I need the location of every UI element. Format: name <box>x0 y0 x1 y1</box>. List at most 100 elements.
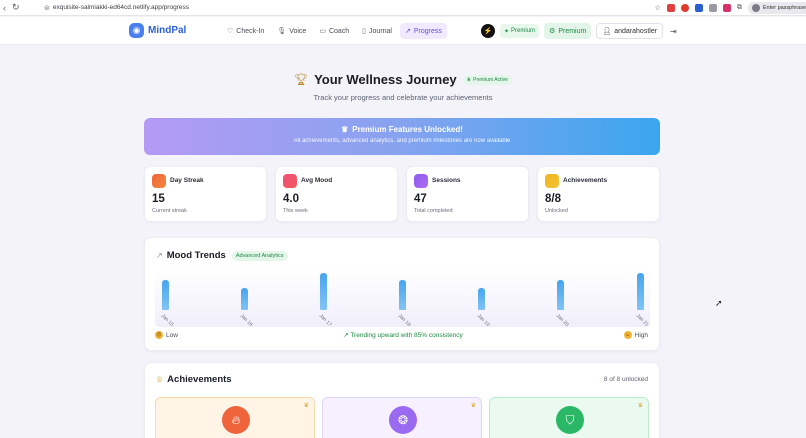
happy-face-icon: ☺ <box>623 331 632 339</box>
star-icon[interactable]: ☆ <box>655 4 661 12</box>
trend-text-label: Trending upward with 85% consistency <box>350 332 463 339</box>
date-tick-label: Jan 19 <box>475 313 491 328</box>
mood-bar[interactable] <box>240 287 248 310</box>
stat-sub: Unlocked <box>545 208 568 214</box>
reload-icon[interactable]: ↻ <box>12 2 20 13</box>
video-icon: ▭ <box>319 28 326 35</box>
mood-bar[interactable] <box>399 280 406 310</box>
mood-bar[interactable] <box>557 280 565 310</box>
stat-value: 4.0 <box>283 193 299 205</box>
premium-active-badge: ♛ Premium Active <box>462 74 512 85</box>
flame-icon: 🔥︎ <box>222 406 250 434</box>
brain-logo-icon: ◉ <box>129 23 144 38</box>
browser-toolbar: ‹ ↻ ⊜ exquisite-salmiakki-ed64cd.netlify… <box>0 0 806 16</box>
user-icon: 👤︎ <box>602 28 612 35</box>
extension-blue-icon[interactable] <box>694 4 703 12</box>
extension-camera-icon[interactable] <box>708 4 717 12</box>
trophy-icon <box>545 174 559 188</box>
stat-value: 47 <box>414 193 427 205</box>
achievement-card[interactable]: ♛ ❂ <box>322 397 482 438</box>
extension-red-icon[interactable] <box>666 4 675 12</box>
legend-high: ☺ High <box>623 331 648 339</box>
extension-pink-icon[interactable] <box>722 4 731 12</box>
crown-icon: ♛ <box>466 76 472 83</box>
achievement-card[interactable]: ♛ 🔥︎ <box>155 397 315 438</box>
address-bar[interactable]: exquisite-salmiakki-ed64cd.netlify.app/p… <box>53 4 189 11</box>
banner-title: ♛ Premium Features Unlocked! <box>144 125 660 134</box>
stat-card-achievements: Achievements 8/8 Unlocked <box>537 166 660 222</box>
page-subtitle: Track your progress and celebrate your a… <box>313 93 493 102</box>
extension-record-icon[interactable] <box>680 4 689 12</box>
premium-tag-icon: ♛ <box>303 403 309 409</box>
banner-title-text: Premium Features Unlocked! <box>352 125 463 134</box>
profile-chip[interactable]: Enter passphrase <box>747 2 806 14</box>
nav-coach[interactable]: ▭ Coach <box>314 23 354 39</box>
nav-label: Check-In <box>236 27 265 35</box>
high-label: High <box>634 331 648 339</box>
stat-label: Avg Mood <box>301 177 333 184</box>
date-tick-label: Jan 15 <box>159 313 175 328</box>
premium-status-pill: ✦ Premium <box>500 24 540 38</box>
advanced-analytics-badge: Advanced Analytics <box>231 250 288 261</box>
book-icon: ▯ <box>362 28 367 35</box>
heart-icon: ♡ <box>227 28 234 35</box>
nav-right: ⚡ ✦ Premium ⚙ Premium 👤︎ andarahostler ⇥ <box>481 23 677 39</box>
nav-journal[interactable]: ▯ Journal <box>357 23 397 39</box>
stat-label: Day Streak <box>170 177 204 184</box>
premium-pill-label: Premium <box>511 28 536 34</box>
site-info-icon[interactable]: ⊜ <box>44 4 50 12</box>
badge-label: Premium Active <box>473 76 508 83</box>
mood-bar[interactable] <box>478 287 486 310</box>
trend-icon: ↗ <box>405 28 411 35</box>
back-icon[interactable]: ‹ <box>3 3 6 13</box>
mood-trends-card: ↗ Mood Trends Advanced Analytics Jan 15 J… <box>144 237 660 351</box>
premium-button[interactable]: ⚙ Premium <box>544 23 592 39</box>
nav-label: Progress <box>413 27 442 35</box>
brain-icon: ❂ <box>389 406 417 434</box>
logout-icon[interactable]: ⇥ <box>670 27 677 36</box>
nav-label: Coach <box>328 27 350 35</box>
stat-sub: Total completed <box>414 208 453 214</box>
achievement-card[interactable]: ♛ ⛉ <box>489 397 649 438</box>
bolt-icon[interactable]: ⚡ <box>481 24 495 38</box>
mood-bar[interactable] <box>161 280 169 310</box>
stat-value: 15 <box>152 193 165 205</box>
app-navbar: ◉ MindPal ♡ Check-In 🎙︎ Voice ▭ Coach ▯ … <box>0 17 806 45</box>
stat-card-sessions: Sessions 47 Total completed <box>406 166 529 222</box>
premium-button-label: Premium <box>558 27 587 35</box>
heart-icon <box>283 174 297 188</box>
mood-bar[interactable] <box>636 273 644 310</box>
page-header: 🏆︎ Your Wellness Journey ♛ Premium Activ… <box>0 72 806 87</box>
nav-label: Voice <box>289 27 307 35</box>
gear-icon: ⚙ <box>549 28 556 35</box>
mouse-cursor-icon: ➚ <box>715 298 723 308</box>
nav-links: ♡ Check-In 🎙︎ Voice ▭ Coach ▯ Journal ↗ … <box>222 23 447 39</box>
mood-trends-title: Mood Trends <box>166 250 226 261</box>
trend-text: ↗ Trending upward with 85% consistency <box>145 331 661 339</box>
microphone-icon: 🎙︎ <box>277 28 287 35</box>
achievements-count: 8 of 8 unlocked <box>603 376 648 383</box>
mood-bar[interactable] <box>319 273 327 310</box>
mood-chart: Jan 15 Jan 16 Jan 17 Jan 18 Jan 19 Jan 20 Jan … <box>155 269 650 328</box>
nav-check-in[interactable]: ♡ Check-In <box>222 23 269 39</box>
mood-trends-header: ↗ Mood Trends Advanced Analytics <box>156 250 288 261</box>
sparkle-icon: ✦ <box>504 28 510 35</box>
date-tick-label: Jan 16 <box>238 313 254 328</box>
browser-extensions: ☆ ⧉ Enter passphrase <box>655 0 806 16</box>
achievements-title: Achievements <box>167 374 232 385</box>
stat-label: Achievements <box>563 177 608 184</box>
flame-icon <box>152 174 166 188</box>
stat-label: Sessions <box>432 177 461 184</box>
date-tick-label: Jan 21 <box>634 313 650 328</box>
stat-card-day-streak: Day Streak 15 Current streak <box>144 166 267 222</box>
user-menu[interactable]: 👤︎ andarahostler <box>596 23 664 39</box>
achievements-card: ♕ Achievements 8 of 8 unlocked ♛ 🔥︎ ♛ ❂ … <box>144 362 660 438</box>
brand[interactable]: ◉ MindPal <box>129 23 186 38</box>
nav-progress[interactable]: ↗ Progress <box>400 23 447 39</box>
sessions-icon <box>414 174 428 188</box>
date-tick-label: Jan 17 <box>317 313 333 328</box>
achievements-header: ♕ Achievements <box>156 374 232 385</box>
nav-voice[interactable]: 🎙︎ Voice <box>272 23 311 39</box>
puzzle-icon[interactable]: ⧉ <box>737 4 742 12</box>
banner-description: All achievements, advanced analytics, an… <box>293 138 511 144</box>
